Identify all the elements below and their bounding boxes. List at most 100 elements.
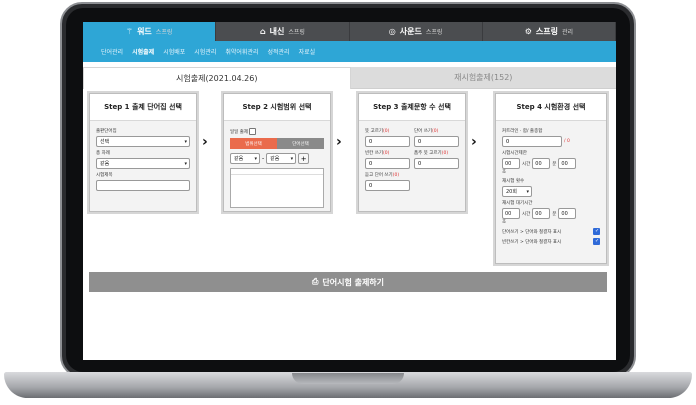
submenu-exam-distribute[interactable]: 시험배포	[163, 47, 185, 56]
tab-sub-label: 스프링	[425, 29, 443, 36]
word-select-button[interactable]: 단어선택	[277, 138, 324, 149]
time-limit-label: 시험시간제한	[502, 151, 527, 156]
gear-icon: ⚙	[524, 27, 532, 36]
blank-count-input[interactable]: 0	[365, 158, 410, 169]
wait-minute-value: 00	[535, 210, 542, 217]
step1-panel: Step 1 출제 단어집 선택 출판단어집 선택 ▾ 총 차례 같음 ▾ 시험…	[89, 93, 197, 212]
meaning-field: 뜻 고르기(0) 0	[365, 125, 410, 147]
publisher-label: 출판단어집	[96, 129, 117, 134]
wait-unit-minute: 분	[552, 211, 557, 217]
tab-spring-admin[interactable]: ⚙ 스프링 관리	[483, 22, 616, 41]
tab-re-exam-create[interactable]: 재시험출제(152)	[350, 67, 616, 89]
screen: ⚚ 워드 스프링 ⌂ 내신 스프링 ◎ 사운드 스프링 ⚙ 스프링 관리 단어관…	[83, 22, 616, 360]
add-range-button[interactable]: +	[298, 153, 310, 164]
submenu-weak-vocab[interactable]: 취약어휘관리	[225, 47, 258, 56]
range-from-value: 같음	[234, 156, 244, 162]
tab-school-spring[interactable]: ⌂ 내신 스프링	[216, 22, 350, 41]
word-write-label: 단어 쓰기	[414, 129, 432, 134]
retry-label: 재시험 횟수	[502, 179, 525, 184]
laptop-notch	[292, 373, 404, 384]
submenu-resources[interactable]: 자료실	[299, 47, 316, 56]
printer-icon: ⎙	[311, 277, 319, 286]
book-icon: ⚚	[125, 27, 134, 36]
create-exam-label: 단어시험 출제하기	[322, 277, 385, 287]
tab-sound-spring[interactable]: ◎ 사운드 스프링	[350, 22, 483, 41]
submenu-exam-manage[interactable]: 시험관리	[194, 47, 216, 56]
blank-hint-label: 빈칸쓰기 > 단어와 철결자 표시	[502, 239, 562, 245]
tab-label: 스프링	[535, 27, 558, 36]
publisher-select[interactable]: 선택 ▾	[96, 136, 190, 147]
time-second-select[interactable]: 00	[558, 158, 577, 169]
tab-sub-label: 관리	[561, 29, 574, 36]
word-write-badge: (0)	[432, 129, 439, 134]
submenu-exam-create[interactable]: 시험출제	[132, 47, 154, 56]
tab-exam-create[interactable]: 시험출제(2021.04.26)	[83, 67, 351, 89]
blank-hint-checkbox[interactable]	[593, 238, 600, 245]
pass-input[interactable]: 0	[502, 136, 562, 147]
range-from-select[interactable]: 같음 ▾	[230, 153, 260, 164]
chevron-down-icon: ▾	[184, 138, 187, 145]
chevron-right-icon: ›	[471, 134, 477, 150]
tab-sub-label: 스프링	[288, 29, 305, 36]
pos-count-input[interactable]: 0	[414, 158, 459, 169]
wait-second-select[interactable]: 00	[558, 208, 577, 219]
listen-badge: (0)	[392, 173, 400, 178]
unit-second: 초	[502, 170, 507, 175]
range-mode-toggle: 범위선택 단어선택	[230, 138, 324, 149]
daily-exam-checkbox[interactable]	[249, 128, 257, 135]
time-minute-select[interactable]: 00	[532, 158, 551, 169]
range-row: 같음 ▾ - 같음 ▾ +	[230, 153, 324, 164]
step2-title: Step 2 시험범위 선택	[224, 94, 330, 121]
listen-label: 듣고 단어 쓰기	[365, 173, 393, 178]
exam-title-input[interactable]	[96, 180, 190, 191]
range-to-select[interactable]: 같음 ▾	[266, 153, 297, 164]
step4-title: Step 4 시험환경 선택	[496, 94, 606, 121]
chevron-down-icon: ▾	[526, 188, 529, 195]
step3-title: Step 3 출제문항 수 선택	[359, 94, 465, 121]
pass-row: 0 / 0	[502, 136, 600, 147]
time-hour-select[interactable]: 00	[502, 158, 520, 169]
chapter-select[interactable]: 같음 ▾	[96, 158, 190, 169]
exam-title-label: 시험제목	[96, 173, 113, 178]
tab-word-spring[interactable]: ⚚ 워드 스프링	[83, 22, 217, 41]
word-hint-label: 단어쓰기 > 단어와 철결자 표시	[502, 229, 562, 235]
word-hint-row: 단어쓰기 > 단어와 철결자 표시	[502, 228, 600, 235]
tab-label: 사운드	[399, 27, 422, 36]
create-exam-button[interactable]: ⎙ 단어시험 출제하기	[89, 272, 607, 292]
time-second-value: 00	[561, 160, 568, 167]
wait-unit-hour: 시간	[522, 211, 531, 217]
pass-label: 커트라인 · 합/ 출종합	[502, 129, 543, 134]
listen-field: 듣고 단어 쓰기(0) 0	[365, 169, 410, 191]
listen-count-input[interactable]: 0	[365, 180, 410, 191]
range-listbox[interactable]	[230, 168, 324, 208]
pos-label: 품주 뜻 고르기	[414, 151, 442, 156]
meaning-badge: (0)	[383, 129, 390, 134]
chevron-down-icon: ▾	[184, 160, 187, 167]
time-minute-value: 00	[535, 160, 542, 167]
blank-label: 빈칸 쓰기	[365, 151, 383, 156]
chevron-down-icon: ▾	[254, 155, 257, 162]
range-select-button[interactable]: 범위선택	[230, 138, 277, 149]
chevron-right-icon: ›	[336, 134, 342, 150]
word-write-count-input[interactable]: 0	[414, 136, 459, 147]
submenu-word-manage[interactable]: 단어관리	[101, 47, 123, 56]
chapter-value: 같음	[100, 161, 110, 167]
blank-hint-row: 빈칸쓰기 > 단어와 철결자 표시	[502, 238, 600, 245]
wait-hour-select[interactable]: 00	[502, 208, 520, 219]
wait-unit-second: 초	[502, 220, 507, 225]
unit-minute: 분	[552, 161, 557, 167]
sub-nav: 단어관리 시험출제 시험배포 시험관리 취약어휘관리 성적관리 자료실	[83, 41, 616, 62]
meaning-count-input[interactable]: 0	[365, 136, 410, 147]
top-nav: ⚚ 워드 스프링 ⌂ 내신 스프링 ◎ 사운드 스프링 ⚙ 스프링 관리	[83, 22, 616, 41]
submenu-grades[interactable]: 성적관리	[268, 47, 290, 56]
chapter-label: 총 차례	[96, 151, 110, 156]
wait-minute-select[interactable]: 00	[532, 208, 551, 219]
step3-panel: Step 3 출제문항 수 선택 뜻 고르기(0) 0 단어 쓰기(0) 0 빈…	[358, 93, 466, 212]
retry-select[interactable]: 20회 ▾	[502, 186, 532, 197]
range-dash: -	[262, 155, 265, 162]
chevron-down-icon: ▾	[290, 155, 294, 162]
retry-value: 20회	[506, 189, 517, 195]
word-hint-checkbox[interactable]	[593, 228, 600, 235]
blank-badge: (0)	[383, 151, 390, 156]
tab-label: 내신	[269, 27, 285, 36]
